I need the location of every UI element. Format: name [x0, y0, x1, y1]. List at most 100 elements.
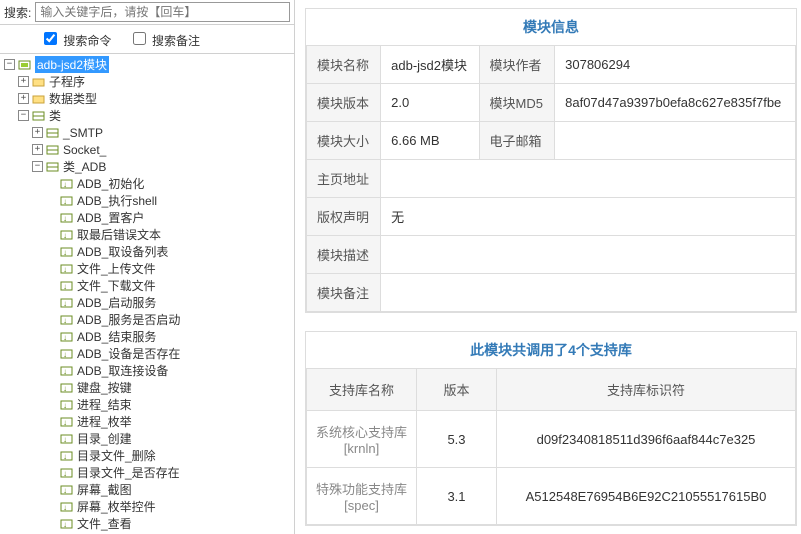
- opt-search-cmd-checkbox[interactable]: [44, 32, 57, 45]
- spacer: [46, 263, 57, 274]
- expand-icon[interactable]: +: [18, 93, 29, 104]
- svg-text:↓: ↓: [63, 180, 67, 189]
- tree-node[interactable]: ↓屏幕_截图: [4, 481, 292, 498]
- module-icon: [18, 59, 32, 71]
- tree-node[interactable]: ↓键盘_按键: [4, 379, 292, 396]
- tree-node[interactable]: ↓ADB_启动服务: [4, 294, 292, 311]
- tree-node[interactable]: ↓屏幕_枚举控件: [4, 498, 292, 515]
- tree-node[interactable]: − 类_ADB: [4, 158, 292, 175]
- spacer: [46, 314, 57, 325]
- tree-label: ADB_取连接设备: [77, 362, 168, 379]
- method-icon: ↓: [60, 450, 74, 462]
- tree-label: ADB_初始化: [77, 175, 144, 192]
- tree-node[interactable]: ↓文件_下载文件: [4, 277, 292, 294]
- search-input[interactable]: [35, 2, 290, 22]
- tree-label: 文件_查看: [77, 515, 132, 532]
- info-val: 2.0: [381, 84, 479, 122]
- svg-text:↓: ↓: [63, 469, 67, 478]
- method-icon: ↓: [60, 229, 74, 241]
- tree-node[interactable]: + Socket_: [4, 141, 292, 158]
- tree-label: 屏幕_枚举控件: [77, 498, 156, 515]
- tree-node[interactable]: − 类: [4, 107, 292, 124]
- tree-node[interactable]: ↓进程_结束: [4, 396, 292, 413]
- left-panel: 搜索: 搜索命令 搜索备注 − adb-jsd2模块 + 子程序 + 数据类型: [0, 0, 295, 534]
- method-icon: ↓: [60, 433, 74, 445]
- method-icon: ↓: [60, 467, 74, 479]
- table-row: 模块大小 6.66 MB 电子邮箱: [307, 122, 796, 160]
- tree-node[interactable]: ↓ ADB_初始化: [4, 175, 292, 192]
- tree-node[interactable]: + _SMTP: [4, 124, 292, 141]
- collapse-icon[interactable]: −: [32, 161, 43, 172]
- spacer: [46, 246, 57, 257]
- tree-label: 目录文件_删除: [77, 447, 156, 464]
- opt-search-remark-checkbox[interactable]: [133, 32, 146, 45]
- spacer: [46, 518, 57, 529]
- table-row: 模块名称 adb-jsd2模块 模块作者 307806294: [307, 46, 796, 84]
- tree-node[interactable]: ↓ADB_执行shell: [4, 192, 292, 209]
- tree-label: _SMTP: [63, 126, 103, 140]
- method-icon: ↓: [60, 263, 74, 275]
- method-icon: ↓: [60, 348, 74, 360]
- tree-node[interactable]: ↓ADB_结束服务: [4, 328, 292, 345]
- spacer: [46, 399, 57, 410]
- svg-text:↓: ↓: [63, 452, 67, 461]
- folder-icon: [32, 93, 46, 105]
- info-key: 模块大小: [307, 122, 381, 160]
- tree-node[interactable]: ↓进程_枚举: [4, 413, 292, 430]
- method-icon: ↓: [60, 246, 74, 258]
- spacer: [46, 229, 57, 240]
- table-row: 系统核心支持库[krnln] 5.3 d09f2340818511d396f6a…: [307, 411, 796, 468]
- table-row: 主页地址: [307, 160, 796, 198]
- method-icon: ↓: [60, 518, 74, 530]
- info-val: 307806294: [555, 46, 796, 84]
- expand-icon[interactable]: +: [18, 76, 29, 87]
- tree-node[interactable]: ↓ 目录文件_删除: [4, 447, 292, 464]
- info-val: adb-jsd2模块: [381, 46, 479, 84]
- svg-text:↓: ↓: [63, 384, 67, 393]
- tree-node-root[interactable]: − adb-jsd2模块: [4, 56, 292, 73]
- expand-icon[interactable]: +: [32, 127, 43, 138]
- tree-node[interactable]: ↓目录_创建: [4, 430, 292, 447]
- info-key: 版权声明: [307, 198, 381, 236]
- info-val: [381, 160, 796, 198]
- search-bar: 搜索:: [0, 0, 294, 25]
- libs-h2: 版本: [417, 369, 497, 411]
- tree-node[interactable]: ↓ 目录文件_是否存在: [4, 464, 292, 481]
- tree-label: 文件_上传文件: [77, 260, 156, 277]
- tree-label: ADB_服务是否启动: [77, 311, 180, 328]
- lib-name: 系统核心支持库[krnln]: [307, 411, 417, 468]
- collapse-icon[interactable]: −: [4, 59, 15, 70]
- spacer: [46, 416, 57, 427]
- expand-icon[interactable]: +: [32, 144, 43, 155]
- collapse-icon[interactable]: −: [18, 110, 29, 121]
- tree-node[interactable]: ↓文件_上传文件: [4, 260, 292, 277]
- spacer: [46, 331, 57, 342]
- tree-label: 目录文件_是否存在: [77, 464, 180, 481]
- svg-text:↓: ↓: [63, 214, 67, 223]
- module-info-table: 模块名称 adb-jsd2模块 模块作者 307806294 模块版本 2.0 …: [306, 45, 796, 312]
- method-icon: ↓: [60, 178, 74, 190]
- method-icon: ↓: [60, 382, 74, 394]
- tree-node[interactable]: ↓ ADB_置客户: [4, 209, 292, 226]
- tree-label: ADB_置客户: [77, 209, 144, 226]
- info-val: 无: [381, 198, 796, 236]
- method-icon: ↓: [60, 484, 74, 496]
- tree-node[interactable]: + 数据类型: [4, 90, 292, 107]
- tree-node[interactable]: ↓取最后错误文本: [4, 226, 292, 243]
- table-header-row: 支持库名称 版本 支持库标识符: [307, 369, 796, 411]
- opt-search-cmd[interactable]: 搜索命令: [40, 34, 111, 48]
- tree-node[interactable]: ↓ADB_取设备列表: [4, 243, 292, 260]
- method-icon: ↓: [60, 195, 74, 207]
- opt-search-remark[interactable]: 搜索备注: [129, 34, 200, 48]
- spacer: [46, 484, 57, 495]
- tree-node[interactable]: + 子程序: [4, 73, 292, 90]
- tree-node[interactable]: ↓文件_查看: [4, 515, 292, 532]
- tree-label: 类_ADB: [63, 158, 106, 175]
- tree-node[interactable]: ↓ADB_取连接设备: [4, 362, 292, 379]
- libs-h1: 支持库名称: [307, 369, 417, 411]
- class-icon: [46, 161, 60, 173]
- tree-node[interactable]: ↓ADB_设备是否存在: [4, 345, 292, 362]
- tree-label: ADB_设备是否存在: [77, 345, 180, 362]
- tree-view[interactable]: − adb-jsd2模块 + 子程序 + 数据类型 − 类 +: [0, 53, 294, 534]
- tree-node[interactable]: ↓ADB_服务是否启动: [4, 311, 292, 328]
